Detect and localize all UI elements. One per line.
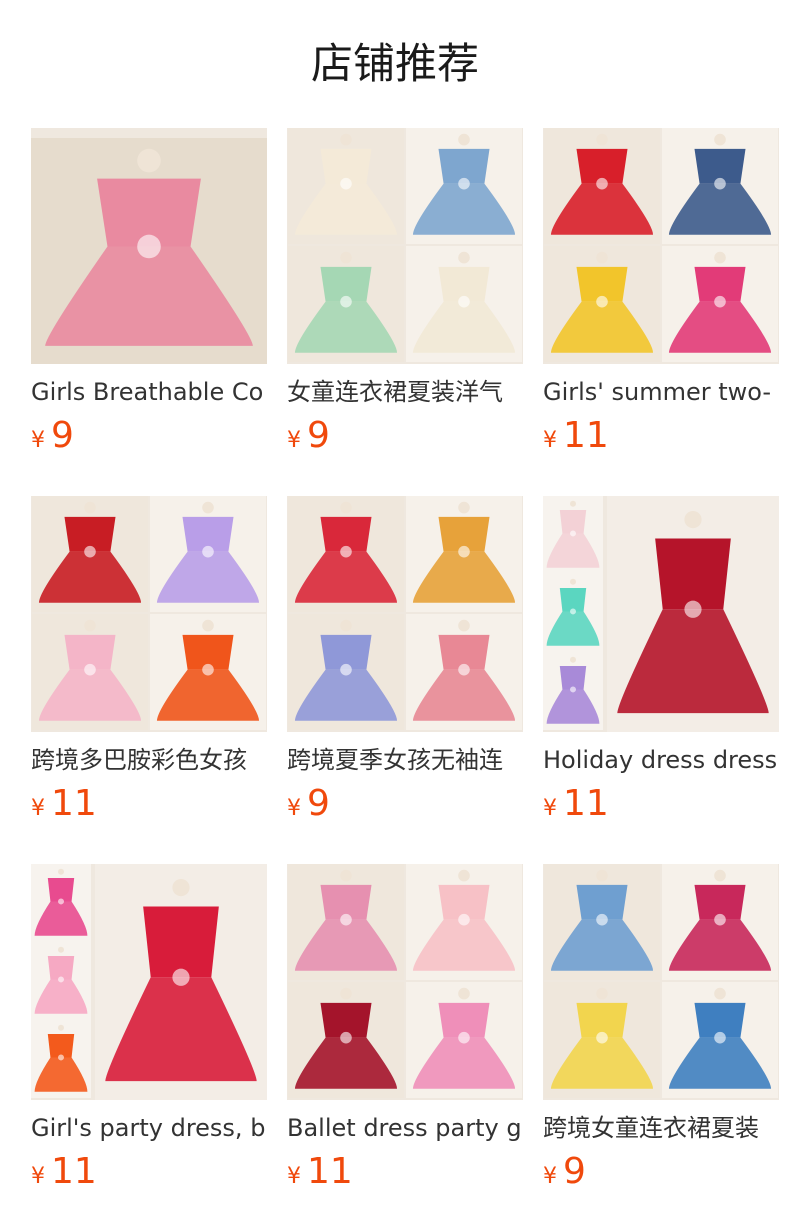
product-name[interactable]: Holiday dress dress: [543, 744, 779, 776]
currency-symbol: ¥: [543, 428, 557, 453]
price-amount: 11: [563, 783, 609, 824]
product-price: ¥11: [31, 782, 97, 826]
product-name[interactable]: 跨境女童连衣裙夏装: [543, 1112, 779, 1144]
product-card[interactable]: Girls Breathable Co ¥9: [31, 128, 267, 458]
product-price: ¥9: [287, 414, 330, 458]
currency-symbol: ¥: [287, 428, 301, 453]
product-image[interactable]: [543, 128, 779, 364]
product-image[interactable]: [287, 128, 523, 364]
product-name[interactable]: 女童连衣裙夏装洋气: [287, 376, 523, 408]
price-amount: 11: [563, 415, 609, 456]
product-card[interactable]: Girls' summer two- ¥11: [543, 128, 779, 458]
page-title: 店铺推荐: [310, 39, 479, 88]
product-photo: [31, 496, 267, 732]
product-card[interactable]: 跨境女童连衣裙夏装 ¥9: [543, 864, 779, 1194]
product-image[interactable]: [31, 864, 267, 1100]
price-amount: 11: [307, 1151, 353, 1192]
product-photo: [31, 128, 267, 364]
product-price: ¥11: [543, 782, 609, 826]
currency-symbol: ¥: [543, 796, 557, 821]
product-image[interactable]: [543, 864, 779, 1100]
product-card[interactable]: Holiday dress dress ¥11: [543, 496, 779, 826]
product-name[interactable]: 跨境多巴胺彩色女孩: [31, 744, 267, 776]
product-card[interactable]: Ballet dress party g ¥11: [287, 864, 523, 1194]
currency-symbol: ¥: [543, 1164, 557, 1189]
price-amount: 9: [51, 415, 74, 456]
product-photo: [543, 496, 779, 732]
product-photo: [287, 128, 523, 364]
product-card[interactable]: 跨境多巴胺彩色女孩 ¥11: [31, 496, 267, 826]
product-photo: [31, 864, 267, 1100]
product-price: ¥9: [543, 1150, 586, 1194]
product-image[interactable]: [287, 864, 523, 1100]
product-card[interactable]: Girl's party dress, b ¥11: [31, 864, 267, 1194]
product-name[interactable]: Girls Breathable Co: [31, 376, 267, 408]
currency-symbol: ¥: [287, 796, 301, 821]
product-price: ¥9: [31, 414, 74, 458]
product-name[interactable]: Ballet dress party g: [287, 1112, 523, 1144]
product-photo: [287, 496, 523, 732]
price-amount: 9: [307, 783, 330, 824]
product-image[interactable]: [31, 496, 267, 732]
currency-symbol: ¥: [287, 1164, 301, 1189]
product-price: ¥9: [287, 782, 330, 826]
product-image[interactable]: [287, 496, 523, 732]
currency-symbol: ¥: [31, 428, 45, 453]
product-price: ¥11: [31, 1150, 97, 1194]
product-price: ¥11: [287, 1150, 353, 1194]
price-amount: 11: [51, 1151, 97, 1192]
product-photo: [287, 864, 523, 1100]
price-amount: 9: [307, 415, 330, 456]
product-name[interactable]: Girl's party dress, b: [31, 1112, 267, 1144]
product-photo: [543, 128, 779, 364]
currency-symbol: ¥: [31, 1164, 45, 1189]
product-card[interactable]: 跨境夏季女孩无袖连 ¥9: [287, 496, 523, 826]
product-name[interactable]: Girls' summer two-: [543, 376, 779, 408]
product-name[interactable]: 跨境夏季女孩无袖连: [287, 744, 523, 776]
product-photo: [543, 864, 779, 1100]
product-image[interactable]: [31, 128, 267, 364]
product-grid: Girls Breathable Co ¥9 女童连衣裙夏装洋气 ¥9 Girl…: [31, 128, 790, 1228]
product-image[interactable]: [543, 496, 779, 732]
price-amount: 11: [51, 783, 97, 824]
price-amount: 9: [563, 1151, 586, 1192]
product-price: ¥11: [543, 414, 609, 458]
product-card[interactable]: 女童连衣裙夏装洋气 ¥9: [287, 128, 523, 458]
currency-symbol: ¥: [31, 796, 45, 821]
